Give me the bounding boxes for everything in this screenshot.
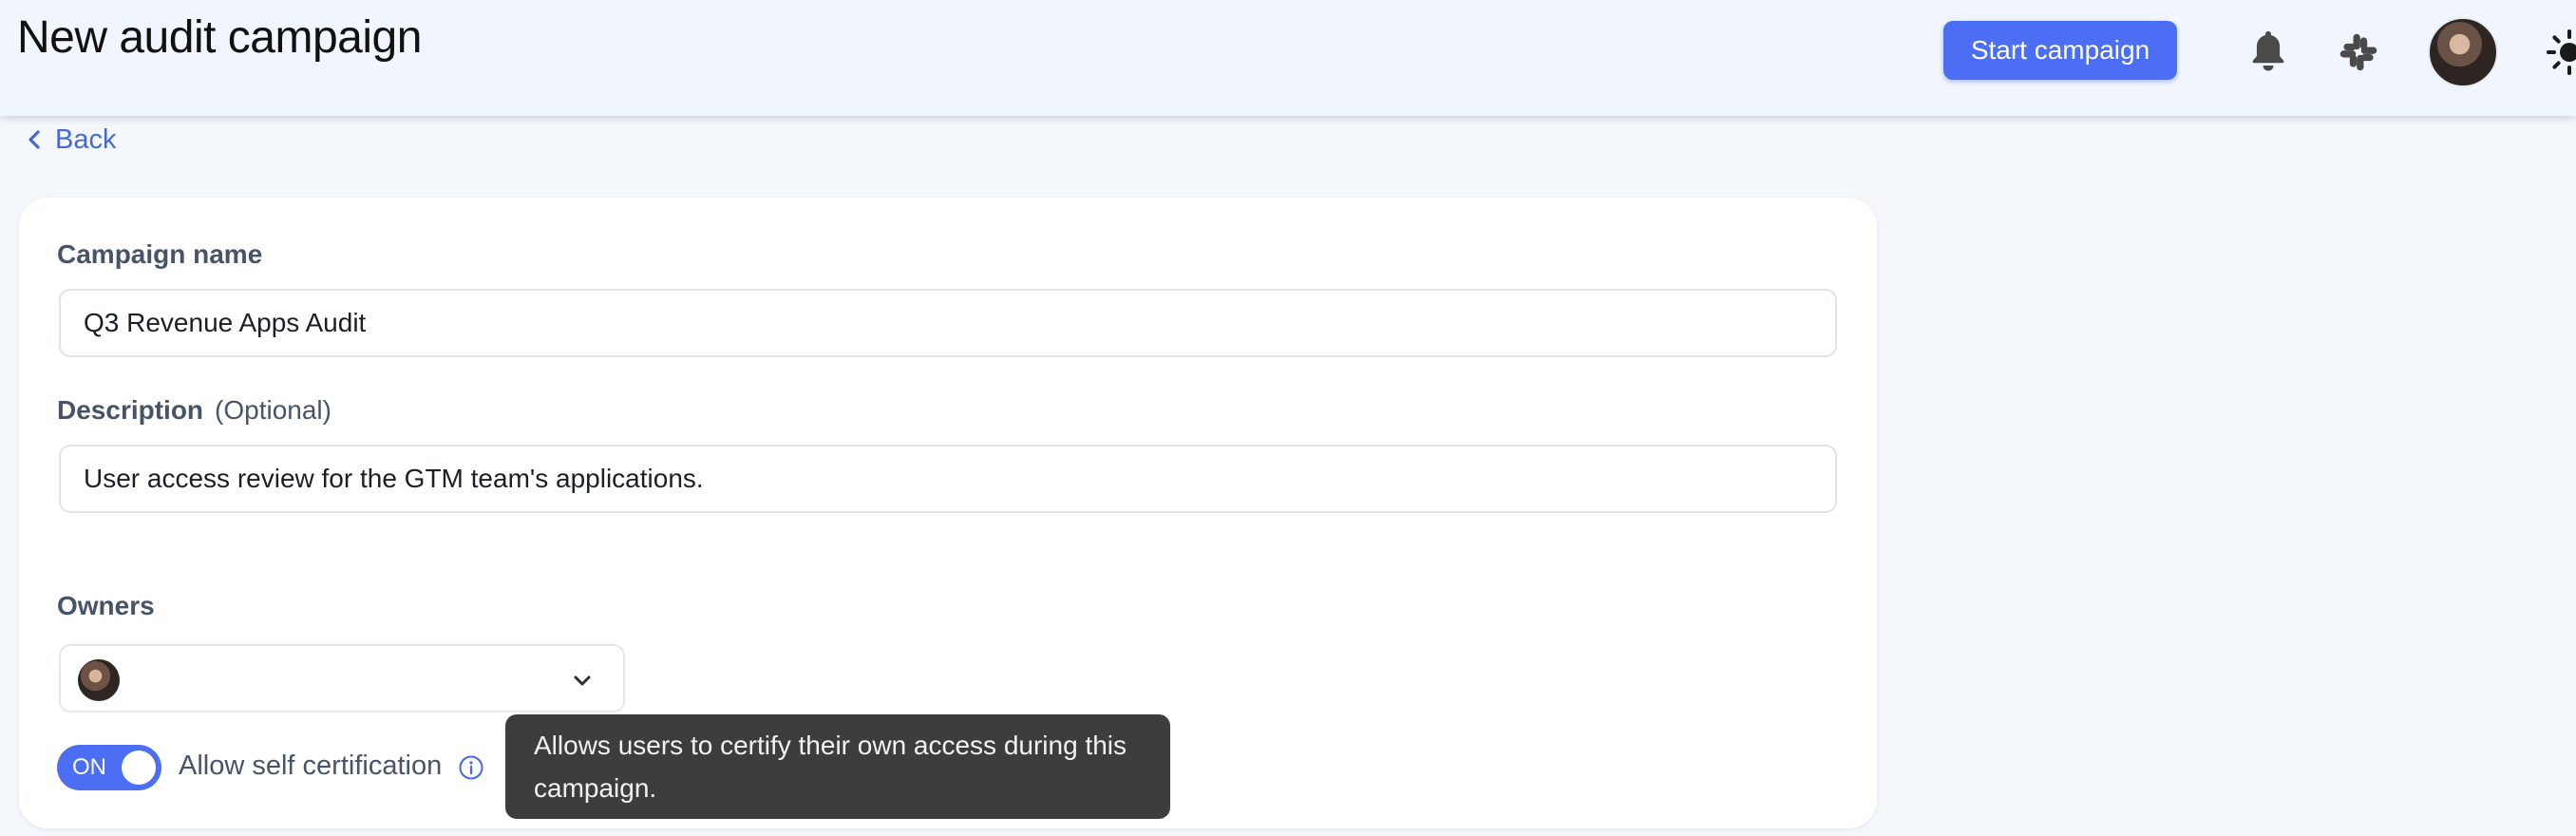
bell-icon[interactable] [2245, 27, 2291, 76]
optional-hint: (Optional) [215, 395, 331, 425]
self-certification-tooltip: Allows users to certify their own access… [505, 714, 1170, 819]
self-certification-toggle[interactable]: ON [57, 745, 161, 790]
owner-avatar [78, 659, 120, 701]
description-input[interactable] [59, 445, 1837, 513]
slack-icon[interactable] [2337, 30, 2380, 74]
campaign-name-input[interactable] [59, 289, 1837, 357]
chevron-down-icon [574, 675, 591, 686]
toggle-state-label: ON [72, 754, 106, 780]
sun-icon[interactable] [2546, 28, 2576, 76]
toggle-knob [122, 750, 156, 785]
top-bar: New audit campaign Start campaign [0, 0, 2576, 116]
self-certification-label: Allow self certification [179, 750, 443, 781]
start-campaign-button[interactable]: Start campaign [1943, 21, 2177, 80]
info-icon[interactable] [458, 754, 484, 781]
page-title: New audit campaign [17, 12, 422, 63]
owners-select[interactable] [59, 644, 625, 712]
chevron-left-icon [28, 130, 40, 149]
back-link[interactable]: Back [27, 122, 116, 158]
user-avatar[interactable] [2428, 17, 2498, 87]
description-label: Description (Optional) [57, 395, 331, 425]
back-label: Back [55, 124, 117, 155]
campaign-name-label: Campaign name [57, 239, 263, 269]
owners-label: Owners [57, 591, 155, 620]
